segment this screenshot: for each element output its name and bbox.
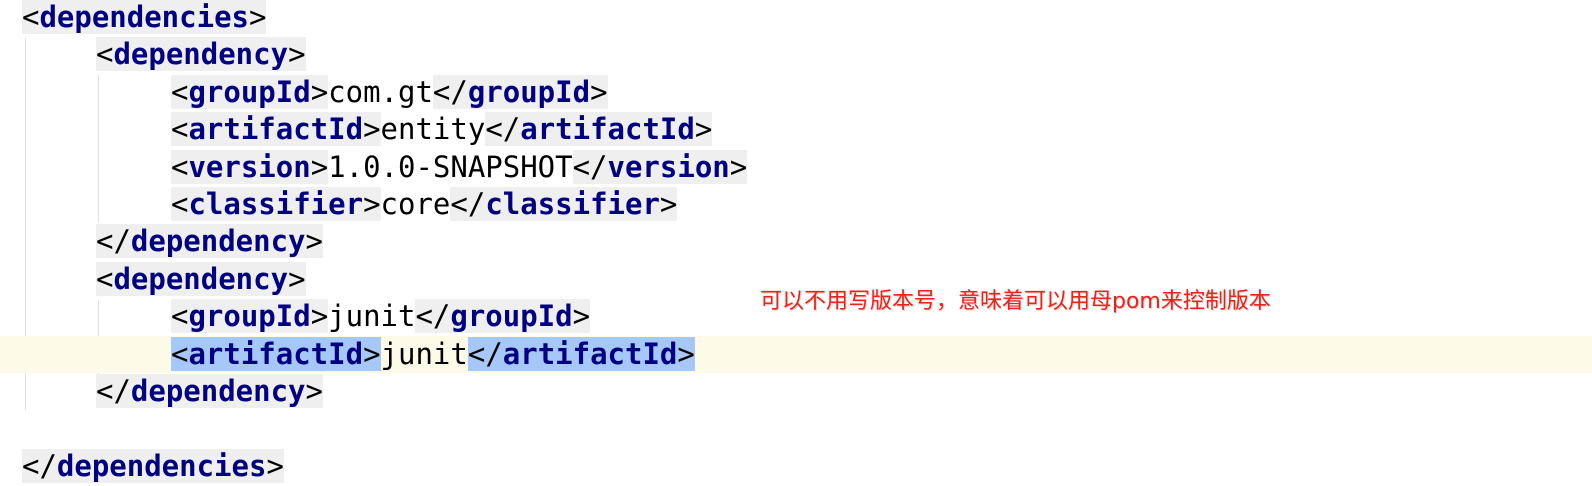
tag-bracket: </ bbox=[415, 299, 451, 334]
tag-bracket: > bbox=[310, 74, 329, 109]
code-line[interactable]: </dependency> bbox=[0, 373, 1592, 410]
tag-bracket: < bbox=[171, 112, 189, 147]
tag-name: dependency bbox=[113, 37, 289, 72]
tag-name: groupId bbox=[467, 74, 591, 109]
tag-bracket: > bbox=[248, 0, 267, 34]
tag-bracket: > bbox=[310, 299, 329, 334]
tag-bracket: > bbox=[305, 374, 323, 408]
tag-bracket: </ bbox=[467, 336, 503, 371]
tag-bracket: </ bbox=[450, 187, 486, 221]
element-text: junit bbox=[380, 336, 468, 371]
code-line[interactable]: </dependency> bbox=[0, 223, 1592, 260]
tag-bracket: > bbox=[363, 336, 381, 371]
code-line[interactable]: <artifactId>entity</artifactId> bbox=[0, 111, 1592, 148]
current-code-line[interactable]: <artifactId>junit</artifactId> bbox=[0, 335, 1592, 373]
element-text: 1.0.0-SNAPSHOT bbox=[328, 149, 573, 184]
tag-name: artifactId bbox=[520, 112, 695, 147]
code-line[interactable]: <classifier>core</classifier> bbox=[0, 186, 1592, 223]
tag-name: artifactId bbox=[188, 112, 364, 147]
tag-bracket: > bbox=[694, 112, 713, 147]
code-line[interactable]: <dependencies> bbox=[0, 0, 1592, 36]
tag-bracket: </ bbox=[432, 74, 468, 109]
tag-bracket: > bbox=[266, 448, 284, 483]
tag-name: groupId bbox=[188, 74, 311, 109]
element-text: com.gt bbox=[328, 74, 433, 109]
tag-name: version bbox=[188, 149, 311, 184]
tag-name: groupId bbox=[450, 299, 573, 334]
tag-bracket: </ bbox=[485, 112, 521, 147]
tag-bracket: < bbox=[96, 37, 114, 72]
code-line[interactable]: <version>1.0.0-SNAPSHOT</version> bbox=[0, 149, 1592, 186]
tag-bracket: > bbox=[288, 261, 306, 296]
tag-bracket: </ bbox=[572, 149, 608, 184]
tag-bracket: </ bbox=[96, 224, 131, 259]
tag-name: dependency bbox=[130, 374, 306, 408]
element-text: core bbox=[380, 187, 451, 221]
tag-bracket: </ bbox=[22, 448, 57, 483]
tag-name: classifier bbox=[188, 187, 364, 221]
tag-name: classifier bbox=[485, 187, 660, 221]
tag-name: dependencies bbox=[39, 0, 249, 34]
tag-name: version bbox=[607, 149, 730, 184]
tag-bracket: < bbox=[171, 299, 189, 334]
tag-bracket: > bbox=[305, 224, 323, 259]
tag-name: dependency bbox=[130, 224, 306, 259]
element-text: junit bbox=[328, 299, 416, 334]
element-text: entity bbox=[380, 112, 486, 147]
tag-bracket: < bbox=[171, 336, 189, 371]
tag-bracket: < bbox=[171, 74, 189, 109]
tag-bracket: > bbox=[363, 187, 381, 221]
tag-bracket: > bbox=[677, 336, 695, 371]
tag-bracket: < bbox=[96, 261, 114, 296]
tag-bracket: > bbox=[363, 112, 381, 147]
code-line[interactable]: </dependencies> bbox=[0, 448, 1592, 485]
tag-name: dependency bbox=[113, 261, 289, 296]
tag-name: artifactId bbox=[502, 336, 678, 371]
tag-bracket: > bbox=[659, 187, 678, 221]
tag-bracket: > bbox=[288, 37, 306, 72]
code-editor[interactable]: <dependencies> <dependency> <groupId>com… bbox=[0, 0, 1592, 486]
tag-bracket: < bbox=[171, 187, 189, 221]
tag-bracket: > bbox=[310, 149, 329, 184]
annotation-note: 可以不用写版本号，意味着可以用母pom来控制版本 bbox=[760, 289, 1271, 314]
tag-bracket: </ bbox=[96, 374, 131, 408]
code-line[interactable]: <groupId>com.gt</groupId> bbox=[0, 74, 1592, 111]
tag-bracket: > bbox=[590, 74, 608, 109]
tag-bracket: < bbox=[22, 0, 40, 34]
code-line[interactable]: <dependency> bbox=[0, 36, 1592, 73]
code-line[interactable] bbox=[0, 410, 1592, 447]
tag-bracket: > bbox=[729, 149, 748, 184]
tag-name: dependencies bbox=[56, 448, 267, 483]
tag-name: artifactId bbox=[188, 336, 364, 371]
tag-name: groupId bbox=[188, 299, 311, 334]
tag-bracket: > bbox=[572, 299, 591, 334]
tag-bracket: < bbox=[171, 149, 189, 184]
